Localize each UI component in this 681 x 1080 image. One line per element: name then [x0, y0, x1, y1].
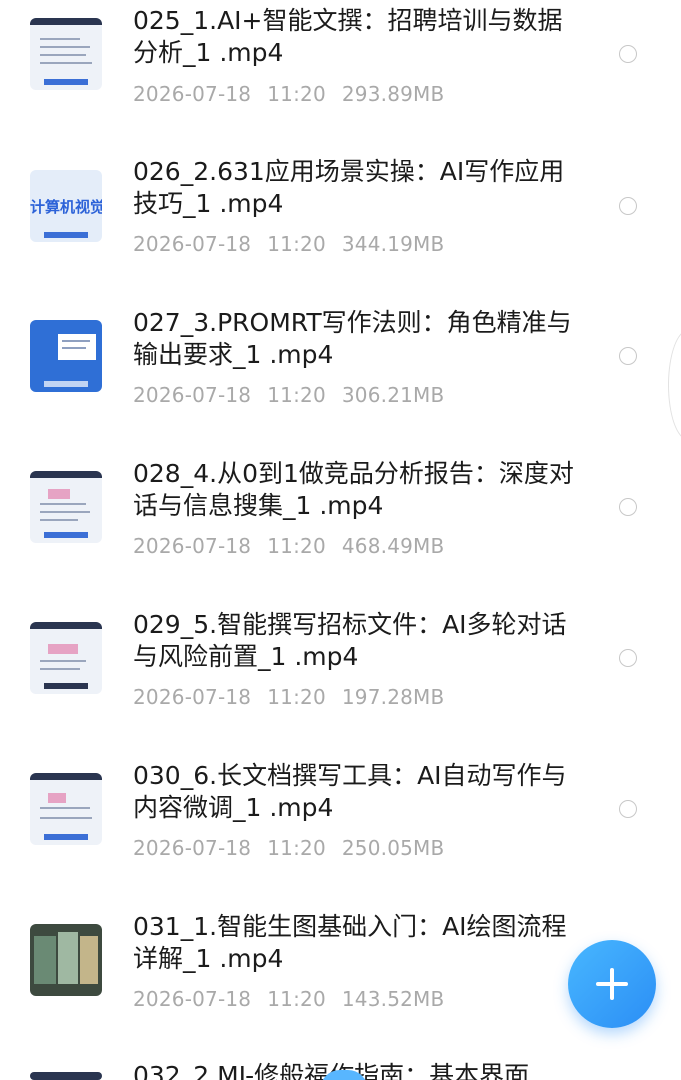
- file-meta: 2026-07-18 11:20 293.89MB: [133, 82, 460, 106]
- file-size: 293.89MB: [341, 82, 445, 106]
- file-size: 250.05MB: [341, 836, 445, 860]
- file-date: 2026-07-18: [133, 987, 252, 1011]
- list-item[interactable]: 027_3.PROMRT写作法则：角色精准与输出要求_1 .mp4 2026-0…: [0, 302, 681, 452]
- file-list: 025_1.AI+智能文撰：招聘培训与数据分析_1 .mp4 2026-07-1…: [0, 0, 681, 1080]
- list-item[interactable]: 029_5.智能撰写招标文件：AI多轮对话与风险前置_1 .mp4 2026-0…: [0, 604, 681, 754]
- select-radio[interactable]: [619, 649, 637, 667]
- file-time: 11:20: [267, 232, 326, 256]
- list-item[interactable]: 030_6.长文档撰写工具：AI自动写作与内容微调_1 .mp4 2026-07…: [0, 755, 681, 905]
- add-button[interactable]: [568, 940, 656, 1028]
- video-thumbnail: [30, 622, 102, 694]
- file-date: 2026-07-18: [133, 232, 252, 256]
- file-meta: 2026-07-18 11:20 306.21MB: [133, 383, 460, 407]
- thumb-text: 计算机视觉: [30, 198, 102, 216]
- video-thumbnail: [30, 471, 102, 543]
- select-radio[interactable]: [619, 800, 637, 818]
- select-radio[interactable]: [619, 347, 637, 365]
- file-name: 030_6.长文档撰写工具：AI自动写作与内容微调_1 .mp4: [133, 761, 567, 822]
- video-thumbnail: [30, 18, 102, 90]
- select-radio[interactable]: [619, 197, 637, 215]
- file-size: 344.19MB: [341, 232, 445, 256]
- file-time: 11:20: [267, 534, 326, 558]
- list-item[interactable]: 025_1.AI+智能文撰：招聘培训与数据分析_1 .mp4 2026-07-1…: [0, 0, 681, 150]
- file-name: 029_5.智能撰写招标文件：AI多轮对话与风险前置_1 .mp4: [133, 610, 567, 671]
- file-size: 306.21MB: [341, 383, 445, 407]
- select-radio[interactable]: [619, 45, 637, 63]
- file-name: 025_1.AI+智能文撰：招聘培训与数据分析_1 .mp4: [133, 6, 563, 67]
- file-date: 2026-07-18: [133, 836, 252, 860]
- file-meta: 2026-07-18 11:20 468.49MB: [133, 534, 460, 558]
- file-size: 143.52MB: [341, 987, 445, 1011]
- file-meta: 2026-07-18 11:20 344.19MB: [133, 232, 460, 256]
- file-size: 197.28MB: [341, 685, 445, 709]
- file-size: 468.49MB: [341, 534, 445, 558]
- file-time: 11:20: [267, 836, 326, 860]
- video-thumbnail: [30, 320, 102, 392]
- select-radio[interactable]: [619, 498, 637, 516]
- file-name: 031_1.智能生图基础入门：AI绘图流程详解_1 .mp4: [133, 912, 567, 973]
- file-name: 028_4.从0到1做竞品分析报告：深度对话与信息搜集_1 .mp4: [133, 459, 574, 520]
- file-date: 2026-07-18: [133, 82, 252, 106]
- list-item[interactable]: 028_4.从0到1做竞品分析报告：深度对话与信息搜集_1 .mp4 2026-…: [0, 453, 681, 603]
- file-time: 11:20: [267, 685, 326, 709]
- file-name: 027_3.PROMRT写作法则：角色精准与输出要求_1 .mp4: [133, 308, 572, 369]
- video-thumbnail: [30, 924, 102, 996]
- video-thumbnail: [30, 773, 102, 845]
- file-date: 2026-07-18: [133, 534, 252, 558]
- file-date: 2026-07-18: [133, 685, 252, 709]
- file-meta: 2026-07-18 11:20 143.52MB: [133, 987, 460, 1011]
- list-item[interactable]: 计算机视觉 026_2.631应用场景实操：AI写作应用技巧_1 .mp4 20…: [0, 151, 681, 301]
- file-meta: 2026-07-18 11:20 250.05MB: [133, 836, 460, 860]
- file-name: 026_2.631应用场景实操：AI写作应用技巧_1 .mp4: [133, 157, 565, 218]
- file-time: 11:20: [267, 383, 326, 407]
- video-thumbnail: [30, 1072, 102, 1080]
- file-date: 2026-07-18: [133, 383, 252, 407]
- video-thumbnail: 计算机视觉: [30, 170, 102, 242]
- file-time: 11:20: [267, 987, 326, 1011]
- file-time: 11:20: [267, 82, 326, 106]
- file-meta: 2026-07-18 11:20 197.28MB: [133, 685, 460, 709]
